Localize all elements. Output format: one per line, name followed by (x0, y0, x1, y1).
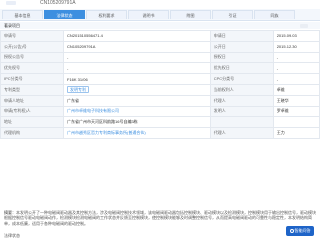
field-value: - (272, 62, 320, 75)
doc-badge (6, 1, 16, 5)
table-row: 授权公告号 - 授权日 - (0, 51, 320, 64)
field-label: 当前权利人 (209, 83, 274, 96)
bibliographic-table: 申请号 CN201510556471.4 申请日 2015.09.03 公开(公… (0, 30, 320, 139)
field-label: 优先权日 (209, 62, 274, 75)
bottom-section: 法律状态 (0, 232, 320, 240)
patent-type-tag[interactable]: 发明专利 (67, 86, 89, 94)
field-label: 代理人 (209, 94, 274, 107)
field-label: 公开(公告)号 (0, 40, 64, 53)
toggle-icon[interactable] (300, 24, 308, 28)
table-row: 申请人地址 广东省 代理人 王晓华 (0, 94, 320, 107)
field-value (272, 116, 320, 129)
field-label: 申请人地址 (0, 94, 64, 107)
tab-bar: 基本信息 法律状态 权利要求 说明书 附图 引证 同族 (0, 9, 320, 21)
abstract: 摘要：本发明公开了一种电磁阀驱动器及其控制方法，涉及电磁阀控制技术领域，该电磁阀… (4, 210, 316, 226)
field-value: 广东省 (63, 94, 211, 107)
tab-description[interactable]: 说明书 (128, 10, 169, 19)
table-row: 优先权号 - 优先权日 - (0, 62, 320, 75)
agency-link[interactable]: 广州市越秀区哲力专利商标事务所(普通合伙) (63, 127, 211, 139)
table-row: 公开(公告)号 CN105209791A 公开日 2015.12.30 (0, 40, 320, 53)
bottom-section-title: 法律状态 (4, 233, 20, 238)
field-value: 罗卓维 (272, 105, 320, 118)
field-label: 申请号 (0, 30, 64, 42)
field-label: 代理人 (209, 127, 274, 139)
field-value: 广东省广州市天河区科韵路16号自编3栋 (63, 116, 211, 129)
field-label: 地址 (0, 116, 64, 129)
chat-icon (289, 228, 294, 233)
field-value: 王力 (272, 127, 320, 139)
field-label: 发明人 (209, 105, 274, 118)
field-label: 申请(专利权)人 (0, 105, 64, 118)
field-label: 公开日 (209, 40, 274, 53)
field-label: 专利类型 (0, 83, 64, 96)
field-value: CN105209791A (63, 40, 211, 53)
field-label: CPC分类号 (209, 73, 274, 85)
field-value: 2015.09.03 (272, 30, 320, 42)
section-title: 著录项目 (0, 22, 320, 29)
field-label: 授权公告号 (0, 51, 64, 64)
tab-drawings[interactable]: 附图 (170, 10, 211, 19)
field-value: - (272, 73, 320, 85)
tab-citations[interactable]: 引证 (212, 10, 253, 19)
tab-claims[interactable]: 权利要求 (86, 10, 127, 19)
field-value: CN201510556471.4 (63, 30, 211, 42)
table-row: 地址 广东省广州市天河区科韵路16号自编3栋 (0, 116, 320, 129)
tab-family[interactable]: 同族 (254, 10, 295, 19)
field-value: 卓维 (272, 83, 320, 96)
tab-basic-info[interactable]: 基本信息 (2, 10, 43, 19)
table-row: 申请(专利权)人 广州市卓维电子科技有限公司 发明人 罗卓维 (0, 105, 320, 118)
field-value: - (63, 62, 211, 75)
abstract-text: 本发明公开了一种电磁阀驱动器及其控制方法，涉及电磁阀控制技术领域，该电磁阀驱动器… (4, 210, 316, 226)
field-label (209, 116, 274, 129)
applicant-link[interactable]: 广州市卓维电子科技有限公司 (63, 105, 211, 118)
field-label: 申请日 (209, 30, 274, 42)
field-label: 代理机构 (0, 127, 64, 139)
field-value: - (63, 51, 211, 64)
table-row: IPC分类号 F16K 31/06 CPC分类号 - (0, 73, 320, 85)
field-label: IPC分类号 (0, 73, 64, 85)
publication-number: CN105209791A (40, 0, 76, 6)
field-value: F16K 31/06 (63, 73, 211, 85)
field-value: - (272, 51, 320, 64)
field-value: 王晓华 (272, 94, 320, 107)
table-row: 专利类型 发明专利 当前权利人 卓维 (0, 83, 320, 96)
table-row: 代理机构 广州市越秀区哲力专利商标事务所(普通合伙) 代理人 王力 (0, 127, 320, 139)
assistant-label: 智能问答 (294, 228, 311, 233)
field-label: 授权日 (209, 51, 274, 64)
field-value: 2015.12.30 (272, 40, 320, 53)
assistant-button[interactable]: 智能问答 (286, 226, 314, 236)
table-row: 申请号 CN201510556471.4 申请日 2015.09.03 (0, 30, 320, 42)
tab-legal-status[interactable]: 法律状态 (44, 10, 85, 19)
field-label: 优先权号 (0, 62, 64, 75)
top-bar: CN105209791A (0, 0, 320, 7)
